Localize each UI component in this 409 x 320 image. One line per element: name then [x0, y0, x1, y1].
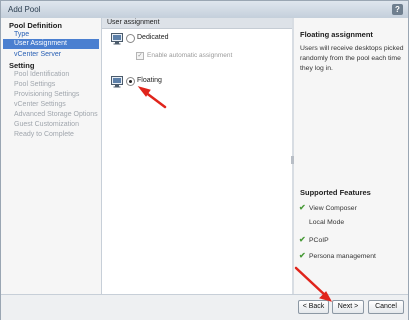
step-pool-identification: Pool Identification — [14, 71, 70, 78]
cancel-button[interactable]: Cancel — [368, 300, 404, 314]
step-guest-customization: Guest Customization — [14, 121, 79, 128]
feature-persona-management: ✔ Persona management — [299, 251, 376, 260]
step-provisioning-settings: Provisioning Settings — [14, 91, 80, 98]
desktop-icon — [111, 33, 123, 45]
help-body: Users will receive desktops picked rando… — [300, 45, 404, 72]
help-panel: Floating assignment Users will receive d… — [294, 18, 408, 294]
back-button[interactable]: < Back — [298, 300, 329, 314]
section-title: User assignment — [102, 18, 292, 29]
step-user-assignment[interactable]: User Assignment — [3, 39, 99, 49]
supported-features-title: Supported Features — [300, 188, 371, 197]
checkmark-icon: ✔ — [299, 203, 306, 212]
group-title-pool-definition: Pool Definition — [9, 21, 62, 30]
auto-assign-label: Enable automatic assignment — [147, 52, 233, 59]
help-button[interactable]: ? — [392, 4, 403, 15]
desktop-icon — [111, 76, 123, 88]
title-bar: Add Pool ? — [1, 1, 408, 19]
feature-local-mode: Local Mode — [309, 219, 345, 226]
step-pool-settings: Pool Settings — [14, 81, 56, 88]
step-vcenter-settings: vCenter Settings — [14, 101, 66, 108]
dedicated-label[interactable]: Dedicated — [137, 34, 169, 41]
group-title-setting: Setting — [9, 61, 35, 70]
add-pool-dialog: Add Pool ? Pool Definition Type User Ass… — [0, 0, 409, 320]
step-advanced-storage-options: Advanced Storage Options — [14, 111, 98, 118]
wizard-steps-panel: Pool Definition Type User Assignment vCe… — [1, 18, 102, 294]
feature-view-composer: ✔ View Composer — [299, 203, 357, 212]
step-vcenter-server[interactable]: vCenter Server — [14, 51, 61, 58]
step-ready-to-complete: Ready to Complete — [14, 131, 74, 138]
step-type[interactable]: Type — [14, 31, 29, 38]
dedicated-radio[interactable] — [126, 34, 135, 43]
auto-assign-checkbox[interactable]: ✓ — [136, 52, 144, 60]
user-assignment-panel: User assignment Dedicated ✓ Enable autom… — [102, 18, 292, 294]
feature-pcoip: ✔ PCoIP — [299, 235, 329, 244]
wizard-footer: < Back Next > Cancel — [1, 294, 408, 320]
checkmark-icon: ✔ — [299, 235, 306, 244]
floating-radio[interactable] — [126, 77, 135, 86]
next-button[interactable]: Next > — [332, 300, 364, 314]
window-title: Add Pool — [8, 5, 41, 14]
help-title: Floating assignment — [300, 30, 373, 39]
checkmark-icon: ✔ — [299, 251, 306, 260]
floating-label[interactable]: Floating — [137, 77, 162, 84]
